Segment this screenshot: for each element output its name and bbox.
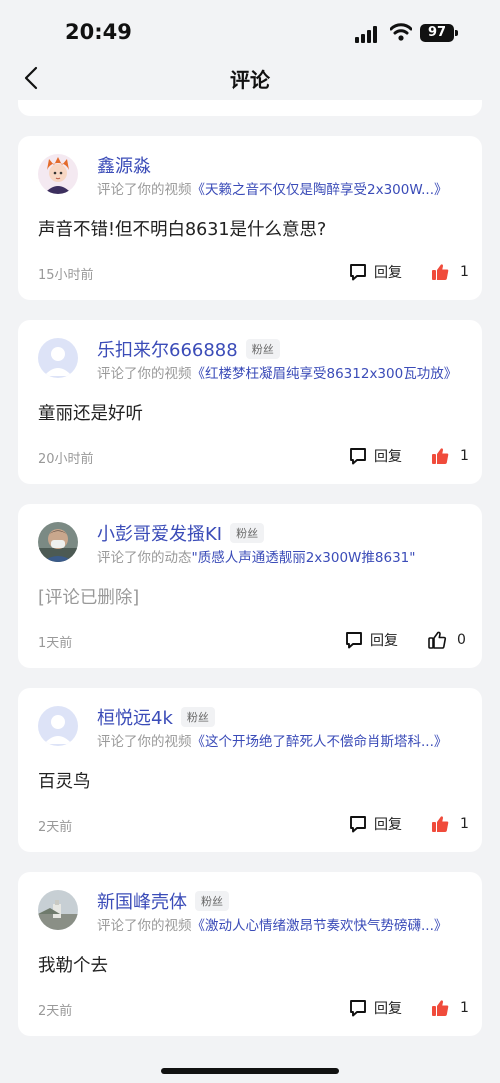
like-count: 1 [460, 816, 469, 832]
fan-badge: 粉丝 [245, 339, 280, 359]
reply-button[interactable]: 回复 [348, 812, 402, 836]
comment-context: 评论了你的视频《激动人心情绪激昂节奏欢快气势磅礴...》 [97, 914, 472, 934]
work-link[interactable]: 《红楼梦枉凝眉纯享受86312x300瓦功放》 [192, 366, 458, 382]
reply-button[interactable]: 回复 [344, 628, 398, 652]
username[interactable]: 桓悦远4k [97, 708, 173, 729]
comment-context: 评论了你的动态"质感人声通透靓丽2x300W推8631" [97, 546, 472, 566]
thumbs-up-icon [428, 631, 447, 649]
avatar[interactable] [38, 706, 78, 746]
work-link[interactable]: "质感人声通透靓丽2x300W推8631" [192, 550, 416, 566]
work-link[interactable]: 《激动人心情绪激昂节奏欢快气势磅礴...》 [192, 918, 448, 934]
comment-card[interactable]: 新国峰壳体 粉丝 评论了你的视频《激动人心情绪激昂节奏欢快气势磅礴...》 我勒个去 2… [18, 872, 482, 1036]
username[interactable]: 小彭哥爱发搔KI [97, 524, 222, 545]
comment-icon [350, 1000, 366, 1017]
fan-badge: 粉丝 [180, 707, 215, 727]
username-row: 小彭哥爱发搔KI 粉丝 [97, 520, 265, 546]
comment-card[interactable]: 鑫源淼 评论了你的视频《天籁之音不仅仅是陶醉享受2x300W...》 声音不错!但不… [18, 136, 482, 300]
work-link[interactable]: 《这个开场绝了醉死人不偿命肖斯塔科...》 [192, 734, 448, 750]
comment-time: 2天前 [38, 1004, 73, 1019]
comment-icon [350, 264, 366, 281]
action-text: 评论了你的动态 [97, 550, 192, 566]
status-time: 20:49 [65, 20, 132, 44]
reply-button[interactable]: 回复 [348, 444, 402, 468]
battery-icon: 97 [420, 24, 454, 42]
cellular-signal-icon [355, 25, 381, 43]
like-count: 0 [457, 632, 466, 648]
action-text: 评论了你的视频 [97, 918, 192, 934]
comment-text: 声音不错!但不明白8631是什么意思? [38, 220, 327, 240]
comment-time: 15小时前 [38, 268, 94, 283]
action-text: 评论了你的视频 [97, 182, 192, 198]
thumbs-up-filled-icon [432, 816, 449, 832]
reply-label: 回复 [374, 265, 402, 281]
comment-card[interactable]: 乐扣来尔666888 粉丝评论了你的视频《红楼梦枉凝眉纯享受86312x300瓦功… [18, 320, 482, 484]
thumbs-up-filled-icon [432, 264, 449, 280]
action-text: 评论了你的视频 [97, 366, 192, 382]
comment-context: 评论了你的视频《这个开场绝了醉死人不偿命肖斯塔科...》 [97, 730, 472, 750]
reply-button[interactable]: 回复 [348, 996, 402, 1020]
fan-badge: 粉丝 [230, 523, 265, 543]
status-bar: 20:49 97 [0, 0, 500, 60]
comment-time: 2天前 [38, 820, 73, 835]
home-indicator [161, 1068, 339, 1074]
reply-label: 回复 [374, 817, 402, 833]
thumbs-up-filled-icon [432, 448, 449, 464]
like-count: 1 [460, 1000, 469, 1016]
reply-label: 回复 [374, 449, 402, 465]
avatar[interactable] [38, 338, 78, 378]
username[interactable]: 新国峰壳体 [97, 892, 187, 913]
reply-button[interactable]: 回复 [348, 260, 402, 284]
comment-text: 百灵鸟 [38, 772, 91, 792]
comment-context: 评论了你的视频《红楼梦枉凝眉纯享受86312x300瓦功放》 [97, 362, 472, 382]
username[interactable]: 鑫源淼 [97, 156, 151, 177]
comment-text: 我勒个去 [38, 956, 108, 976]
comment-icon [350, 816, 366, 833]
previous-comment-card [18, 100, 482, 116]
comment-text: 童丽还是好听 [38, 404, 143, 424]
comment-text: [评论已删除] [38, 588, 140, 608]
username-row: 鑫源淼 [97, 152, 151, 178]
avatar[interactable] [38, 154, 78, 194]
work-link[interactable]: 《天籁之音不仅仅是陶醉享受2x300W...》 [192, 182, 448, 198]
page-title: 评论 [230, 68, 270, 92]
like-button[interactable]: 1 [430, 996, 469, 1020]
username[interactable]: 乐扣来尔666888 [97, 340, 238, 361]
action-text: 评论了你的视频 [97, 734, 192, 750]
username-row: 桓悦远4k 粉丝 [97, 704, 215, 730]
like-count: 1 [460, 264, 469, 280]
comment-card[interactable]: 小彭哥爱发搔KI 粉丝评论了你的动态"质感人声通透靓丽2x300W推8631" [评… [18, 504, 482, 668]
avatar[interactable] [38, 522, 78, 562]
comment-context: 评论了你的视频《天籁之音不仅仅是陶醉享受2x300W...》 [97, 178, 472, 198]
username-row: 新国峰壳体 粉丝 [97, 888, 229, 914]
reply-label: 回复 [370, 633, 398, 649]
avatar[interactable] [38, 890, 78, 930]
like-count: 1 [460, 448, 469, 464]
battery-nub [455, 30, 458, 36]
like-button[interactable]: 0 [427, 628, 466, 652]
comment-card[interactable]: 桓悦远4k 粉丝评论了你的视频《这个开场绝了醉死人不偿命肖斯塔科...》百灵鸟 2天… [18, 688, 482, 852]
comment-icon [350, 448, 366, 465]
like-button[interactable]: 1 [430, 444, 469, 468]
wifi-icon [390, 23, 412, 41]
comment-icon [346, 632, 362, 649]
fan-badge: 粉丝 [195, 891, 229, 911]
like-button[interactable]: 1 [430, 260, 469, 284]
comment-time: 1天前 [38, 636, 73, 651]
comment-time: 20小时前 [38, 452, 94, 467]
reply-label: 回复 [374, 1001, 402, 1017]
thumbs-up-filled-icon [432, 1000, 449, 1016]
username-row: 乐扣来尔666888 粉丝 [97, 336, 280, 362]
like-button[interactable]: 1 [430, 812, 469, 836]
nav-bar: 评论 [0, 56, 500, 100]
